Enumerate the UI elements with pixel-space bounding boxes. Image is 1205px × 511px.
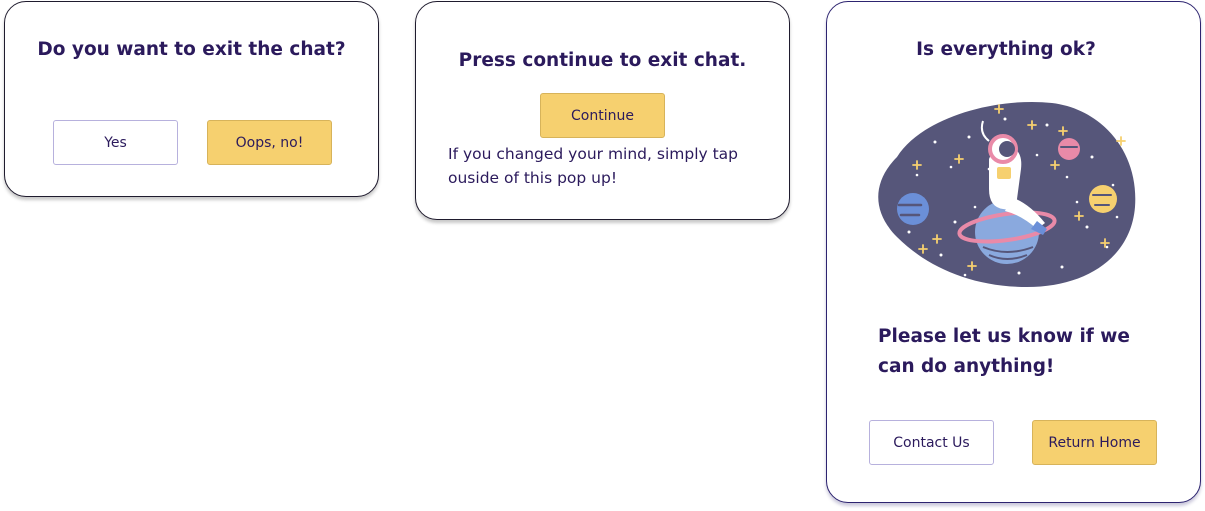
feedback-message: Please let us know if we can do anything… — [878, 326, 1130, 377]
contact-us-button[interactable]: Contact Us — [869, 420, 994, 465]
yes-button[interactable]: Yes — [53, 120, 178, 165]
astronaut-illustration — [878, 101, 1136, 287]
dialog-title: Do you want to exit the chat? — [37, 39, 346, 60]
continue-exit-dialog: Press continue to exit chat. Continue If… — [415, 1, 790, 220]
dialog-title: Press continue to exit chat. — [458, 50, 747, 71]
exit-chat-dialog: Do you want to exit the chat? Yes Oops, … — [4, 1, 379, 197]
return-home-button[interactable]: Return Home — [1032, 420, 1157, 465]
oops-no-button[interactable]: Oops, no! — [207, 120, 332, 165]
dialog-title: Is everything ok? — [916, 39, 1096, 60]
continue-button[interactable]: Continue — [540, 93, 665, 138]
feedback-dialog: Is everything ok? Please let us know if … — [826, 1, 1201, 503]
dialog-hint-text: If you changed your mind, simply tap ous… — [448, 145, 739, 187]
